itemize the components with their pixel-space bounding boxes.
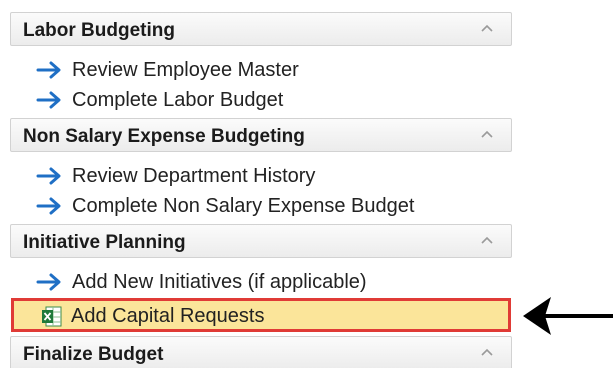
task-label: Complete Labor Budget <box>72 89 284 111</box>
chevron-up-icon[interactable] <box>481 348 493 356</box>
task-label: Review Employee Master <box>72 59 299 81</box>
arrow-right-icon <box>36 61 61 79</box>
section-header-finalize-budget[interactable]: Finalize Budget <box>10 336 512 368</box>
arrow-right-icon <box>36 197 61 215</box>
pointer-arrow-icon <box>523 297 613 335</box>
task-link-add-capital-requests[interactable]: Add Capital Requests <box>11 298 511 332</box>
section-title: Finalize Budget <box>23 344 164 365</box>
task-label: Add Capital Requests <box>71 305 265 327</box>
task-label: Complete Non Salary Expense Budget <box>72 195 415 217</box>
arrow-right-icon <box>36 167 61 185</box>
task-label: Add New Initiatives (if applicable) <box>72 271 367 293</box>
task-label: Review Department History <box>72 165 316 187</box>
section-title: Initiative Planning <box>23 232 186 253</box>
section-header-non-salary-expense-budgeting[interactable]: Non Salary Expense Budgeting <box>10 118 512 152</box>
section-header-labor-budgeting[interactable]: Labor Budgeting <box>10 12 512 46</box>
chevron-up-icon[interactable] <box>481 130 493 138</box>
section-title: Labor Budgeting <box>23 20 175 41</box>
section-title: Non Salary Expense Budgeting <box>23 126 305 147</box>
section-header-initiative-planning[interactable]: Initiative Planning <box>10 224 512 258</box>
spreadsheet-icon <box>42 306 62 327</box>
chevron-up-icon[interactable] <box>481 24 493 32</box>
arrow-right-icon <box>36 91 61 109</box>
task-panel: Labor Budgeting Review Employee Master C… <box>10 0 514 368</box>
chevron-up-icon[interactable] <box>481 236 493 244</box>
arrow-right-icon <box>36 273 61 291</box>
